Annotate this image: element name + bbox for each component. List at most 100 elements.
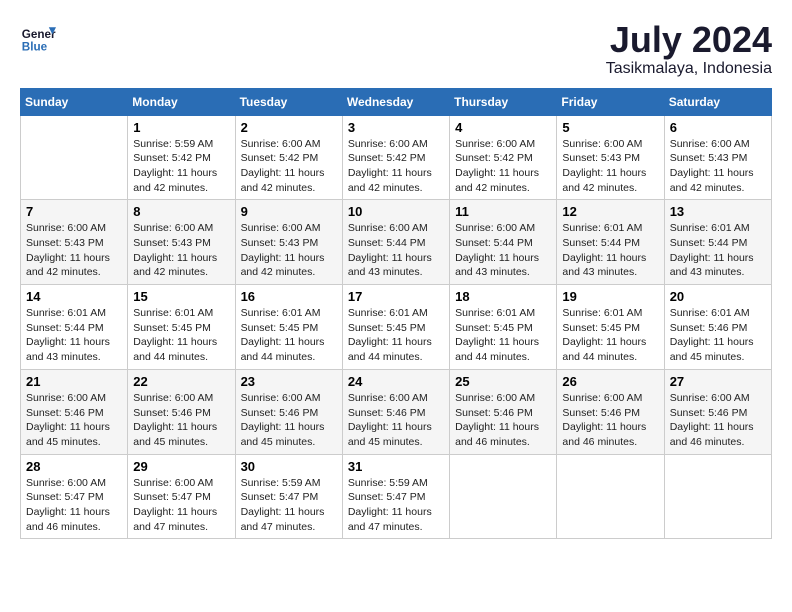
calendar-table: SundayMondayTuesdayWednesdayThursdayFrid…	[20, 88, 772, 540]
cell-content: Sunrise: 6:01 AM Sunset: 5:44 PM Dayligh…	[562, 221, 658, 280]
calendar-cell: 19 Sunrise: 6:01 AM Sunset: 5:45 PM Dayli…	[557, 285, 664, 370]
calendar-cell: 17 Sunrise: 6:01 AM Sunset: 5:45 PM Dayli…	[342, 285, 449, 370]
cell-content: Sunrise: 6:00 AM Sunset: 5:44 PM Dayligh…	[455, 221, 551, 280]
day-number: 23	[241, 374, 337, 389]
day-number: 25	[455, 374, 551, 389]
day-number: 12	[562, 204, 658, 219]
day-number: 21	[26, 374, 122, 389]
calendar-cell: 27 Sunrise: 6:00 AM Sunset: 5:46 PM Dayli…	[664, 369, 771, 454]
cell-content: Sunrise: 6:00 AM Sunset: 5:46 PM Dayligh…	[562, 391, 658, 450]
week-row-5: 28 Sunrise: 6:00 AM Sunset: 5:47 PM Dayli…	[21, 454, 772, 539]
day-number: 17	[348, 289, 444, 304]
cell-content: Sunrise: 6:00 AM Sunset: 5:46 PM Dayligh…	[670, 391, 766, 450]
calendar-cell: 6Sunrise: 6:00 AM Sunset: 5:43 PM Daylig…	[664, 115, 771, 200]
week-row-4: 21 Sunrise: 6:00 AM Sunset: 5:46 PM Dayli…	[21, 369, 772, 454]
day-number: 29	[133, 459, 229, 474]
day-number: 27	[670, 374, 766, 389]
header-row: SundayMondayTuesdayWednesdayThursdayFrid…	[21, 88, 772, 115]
calendar-cell: 26 Sunrise: 6:00 AM Sunset: 5:46 PM Dayli…	[557, 369, 664, 454]
cell-content: Sunrise: 6:00 AM Sunset: 5:46 PM Dayligh…	[26, 391, 122, 450]
calendar-cell: 24 Sunrise: 6:00 AM Sunset: 5:46 PM Dayli…	[342, 369, 449, 454]
col-header-friday: Friday	[557, 88, 664, 115]
calendar-cell	[664, 454, 771, 539]
day-number: 5	[562, 120, 658, 135]
calendar-cell: 9 Sunrise: 6:00 AM Sunset: 5:43 PM Daylig…	[235, 200, 342, 285]
week-row-3: 14 Sunrise: 6:01 AM Sunset: 5:44 PM Dayli…	[21, 285, 772, 370]
cell-content: Sunrise: 6:01 AM Sunset: 5:44 PM Dayligh…	[670, 221, 766, 280]
calendar-cell: 4 Sunrise: 6:00 AM Sunset: 5:42 PM Daylig…	[450, 115, 557, 200]
day-number: 19	[562, 289, 658, 304]
cell-content: Sunrise: 6:00 AM Sunset: 5:43 PM Dayligh…	[562, 137, 658, 196]
week-row-2: 7Sunrise: 6:00 AM Sunset: 5:43 PM Daylig…	[21, 200, 772, 285]
day-number: 2	[241, 120, 337, 135]
month-title: July 2024	[606, 20, 772, 60]
cell-content: Sunrise: 5:59 AM Sunset: 5:47 PM Dayligh…	[348, 476, 444, 535]
day-number: 9	[241, 204, 337, 219]
day-number: 8	[133, 204, 229, 219]
calendar-cell: 25 Sunrise: 6:00 AM Sunset: 5:46 PM Dayli…	[450, 369, 557, 454]
cell-content: Sunrise: 6:00 AM Sunset: 5:42 PM Dayligh…	[455, 137, 551, 196]
calendar-cell: 21 Sunrise: 6:00 AM Sunset: 5:46 PM Dayli…	[21, 369, 128, 454]
cell-content: Sunrise: 6:01 AM Sunset: 5:45 PM Dayligh…	[241, 306, 337, 365]
cell-content: Sunrise: 6:00 AM Sunset: 5:42 PM Dayligh…	[348, 137, 444, 196]
calendar-cell: 22Sunrise: 6:00 AM Sunset: 5:46 PM Dayli…	[128, 369, 235, 454]
day-number: 4	[455, 120, 551, 135]
day-number: 20	[670, 289, 766, 304]
calendar-cell: 14 Sunrise: 6:01 AM Sunset: 5:44 PM Dayli…	[21, 285, 128, 370]
day-number: 15	[133, 289, 229, 304]
cell-content: Sunrise: 6:00 AM Sunset: 5:47 PM Dayligh…	[133, 476, 229, 535]
cell-content: Sunrise: 6:00 AM Sunset: 5:43 PM Dayligh…	[670, 137, 766, 196]
location-subtitle: Tasikmalaya, Indonesia	[606, 60, 772, 78]
cell-content: Sunrise: 6:01 AM Sunset: 5:45 PM Dayligh…	[562, 306, 658, 365]
col-header-tuesday: Tuesday	[235, 88, 342, 115]
cell-content: Sunrise: 6:00 AM Sunset: 5:44 PM Dayligh…	[348, 221, 444, 280]
col-header-wednesday: Wednesday	[342, 88, 449, 115]
cell-content: Sunrise: 6:00 AM Sunset: 5:43 PM Dayligh…	[26, 221, 122, 280]
day-number: 24	[348, 374, 444, 389]
cell-content: Sunrise: 6:01 AM Sunset: 5:45 PM Dayligh…	[455, 306, 551, 365]
cell-content: Sunrise: 6:01 AM Sunset: 5:45 PM Dayligh…	[348, 306, 444, 365]
calendar-cell: 30 Sunrise: 5:59 AM Sunset: 5:47 PM Dayli…	[235, 454, 342, 539]
col-header-thursday: Thursday	[450, 88, 557, 115]
logo: General Blue	[20, 20, 56, 56]
calendar-cell: 1Sunrise: 5:59 AM Sunset: 5:42 PM Daylig…	[128, 115, 235, 200]
calendar-cell: 7Sunrise: 6:00 AM Sunset: 5:43 PM Daylig…	[21, 200, 128, 285]
cell-content: Sunrise: 6:00 AM Sunset: 5:46 PM Dayligh…	[133, 391, 229, 450]
cell-content: Sunrise: 6:00 AM Sunset: 5:46 PM Dayligh…	[348, 391, 444, 450]
cell-content: Sunrise: 6:00 AM Sunset: 5:42 PM Dayligh…	[241, 137, 337, 196]
calendar-cell: 8 Sunrise: 6:00 AM Sunset: 5:43 PM Daylig…	[128, 200, 235, 285]
calendar-cell: 18Sunrise: 6:01 AM Sunset: 5:45 PM Dayli…	[450, 285, 557, 370]
calendar-cell: 29 Sunrise: 6:00 AM Sunset: 5:47 PM Dayli…	[128, 454, 235, 539]
calendar-cell: 31Sunrise: 5:59 AM Sunset: 5:47 PM Dayli…	[342, 454, 449, 539]
cell-content: Sunrise: 6:00 AM Sunset: 5:47 PM Dayligh…	[26, 476, 122, 535]
calendar-cell: 13Sunrise: 6:01 AM Sunset: 5:44 PM Dayli…	[664, 200, 771, 285]
calendar-cell: 3 Sunrise: 6:00 AM Sunset: 5:42 PM Daylig…	[342, 115, 449, 200]
cell-content: Sunrise: 5:59 AM Sunset: 5:47 PM Dayligh…	[241, 476, 337, 535]
calendar-cell: 10 Sunrise: 6:00 AM Sunset: 5:44 PM Dayli…	[342, 200, 449, 285]
cell-content: Sunrise: 6:00 AM Sunset: 5:43 PM Dayligh…	[133, 221, 229, 280]
logo-icon: General Blue	[20, 20, 56, 56]
cell-content: Sunrise: 6:00 AM Sunset: 5:46 PM Dayligh…	[455, 391, 551, 450]
day-number: 10	[348, 204, 444, 219]
day-number: 14	[26, 289, 122, 304]
day-number: 11	[455, 204, 551, 219]
calendar-cell: 23Sunrise: 6:00 AM Sunset: 5:46 PM Dayli…	[235, 369, 342, 454]
cell-content: Sunrise: 6:01 AM Sunset: 5:46 PM Dayligh…	[670, 306, 766, 365]
day-number: 28	[26, 459, 122, 474]
calendar-cell: 15 Sunrise: 6:01 AM Sunset: 5:45 PM Dayli…	[128, 285, 235, 370]
cell-content: Sunrise: 6:01 AM Sunset: 5:44 PM Dayligh…	[26, 306, 122, 365]
calendar-cell: 16Sunrise: 6:01 AM Sunset: 5:45 PM Dayli…	[235, 285, 342, 370]
day-number: 30	[241, 459, 337, 474]
cell-content: Sunrise: 6:00 AM Sunset: 5:43 PM Dayligh…	[241, 221, 337, 280]
calendar-cell	[21, 115, 128, 200]
calendar-cell: 28 Sunrise: 6:00 AM Sunset: 5:47 PM Dayli…	[21, 454, 128, 539]
calendar-cell: 12 Sunrise: 6:01 AM Sunset: 5:44 PM Dayli…	[557, 200, 664, 285]
cell-content: Sunrise: 5:59 AM Sunset: 5:42 PM Dayligh…	[133, 137, 229, 196]
title-block: July 2024 Tasikmalaya, Indonesia	[606, 20, 772, 78]
calendar-cell: 11 Sunrise: 6:00 AM Sunset: 5:44 PM Dayli…	[450, 200, 557, 285]
cell-content: Sunrise: 6:01 AM Sunset: 5:45 PM Dayligh…	[133, 306, 229, 365]
calendar-cell	[557, 454, 664, 539]
day-number: 3	[348, 120, 444, 135]
day-number: 26	[562, 374, 658, 389]
page-header: General Blue July 2024 Tasikmalaya, Indo…	[20, 20, 772, 78]
